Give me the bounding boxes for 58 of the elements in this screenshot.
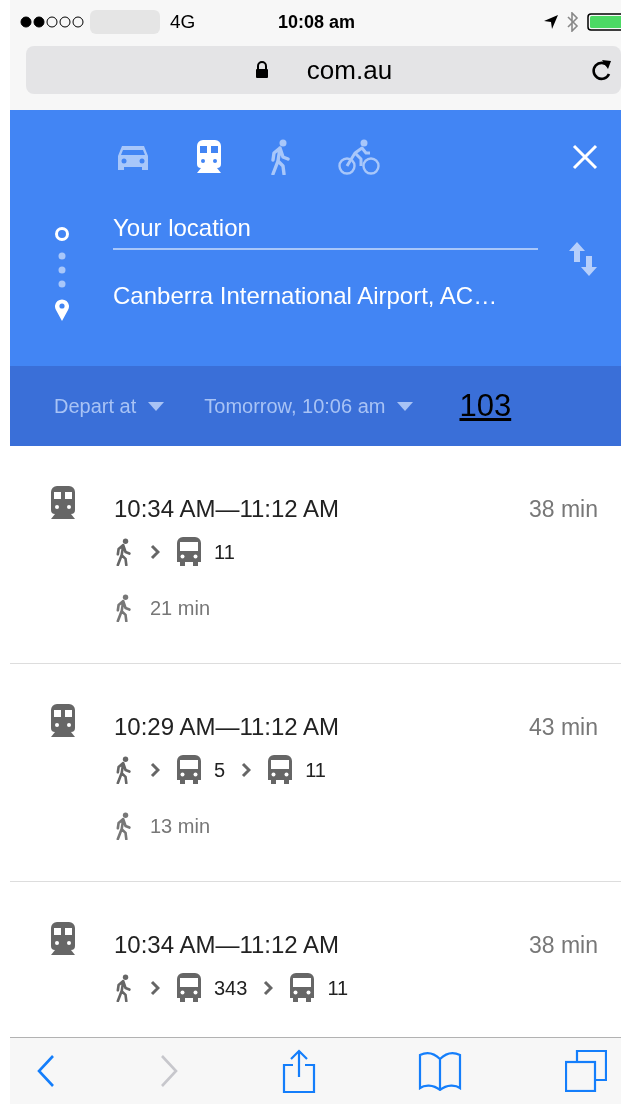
clock-time: 10:08 am <box>278 11 356 33</box>
url-text: com.au <box>306 54 393 86</box>
link[interactable]: 103 <box>459 388 512 424</box>
chevron-icon <box>150 980 160 996</box>
origin-circle-icon <box>53 226 70 242</box>
location-arrow-icon <box>543 14 559 30</box>
walking-person-icon <box>114 756 134 784</box>
reload-icon[interactable] <box>589 57 613 83</box>
bus-icon <box>176 755 202 785</box>
bookmarks-icon[interactable] <box>418 1051 463 1091</box>
tabs-icon[interactable] <box>565 1050 607 1092</box>
train-icon[interactable] <box>194 140 224 174</box>
walking-person-icon <box>114 594 134 622</box>
chevron-icon <box>150 762 160 778</box>
bus-icon <box>267 755 294 785</box>
duration: 43 min <box>528 714 598 741</box>
destination-field[interactable]: Canberra International Airport, AC… <box>113 268 538 328</box>
caret-icon <box>397 401 414 411</box>
train-icon <box>48 704 78 738</box>
bus-icon <box>176 537 202 567</box>
depart-dropdown[interactable]: Depart at <box>54 394 165 418</box>
bus-number: 11 <box>214 540 235 564</box>
walk-time: 21 min <box>150 596 211 620</box>
chevron-icon <box>263 980 274 996</box>
battery-icon <box>587 13 621 31</box>
bus-icon <box>176 973 202 1003</box>
bluetooth-icon <box>567 12 579 32</box>
time-range: 10:34 AM—11:12 AM <box>114 931 340 959</box>
back-icon[interactable] <box>36 1054 56 1088</box>
time-range: 10:29 AM—11:12 AM <box>114 713 340 741</box>
walk-time: 13 min <box>150 814 211 838</box>
signal-icon <box>20 16 86 28</box>
bus-number: 343 <box>214 976 248 1000</box>
bus-icon <box>289 973 316 1003</box>
share-icon[interactable] <box>281 1049 316 1093</box>
dots-icon <box>57 252 66 288</box>
chevron-icon <box>241 762 252 778</box>
close-icon[interactable] <box>572 144 598 170</box>
pin-icon <box>53 298 70 322</box>
bus-number: 5 <box>214 758 226 782</box>
bus-number: 11 <box>327 976 349 1000</box>
time-range: 10:34 AM—11:12 AM <box>114 495 340 523</box>
origin-field[interactable]: Your location <box>113 204 538 250</box>
time-dropdown[interactable]: Tomorrow, 10:06 am <box>204 394 414 418</box>
address-bar[interactable]: com.au <box>26 46 621 94</box>
walking-person-icon <box>114 812 134 840</box>
network-type: 4G <box>170 11 196 33</box>
chevron-icon <box>150 544 160 560</box>
bicycle-icon[interactable] <box>338 139 380 175</box>
caret-icon <box>148 401 165 411</box>
walking-person-icon <box>114 538 134 566</box>
walking-person-icon <box>114 974 134 1002</box>
bus-number: 11 <box>305 758 326 782</box>
train-icon <box>48 486 78 520</box>
duration: 38 min <box>528 496 598 523</box>
duration: 38 min <box>528 932 598 959</box>
train-icon <box>48 922 78 956</box>
swap-icon[interactable] <box>568 242 598 276</box>
